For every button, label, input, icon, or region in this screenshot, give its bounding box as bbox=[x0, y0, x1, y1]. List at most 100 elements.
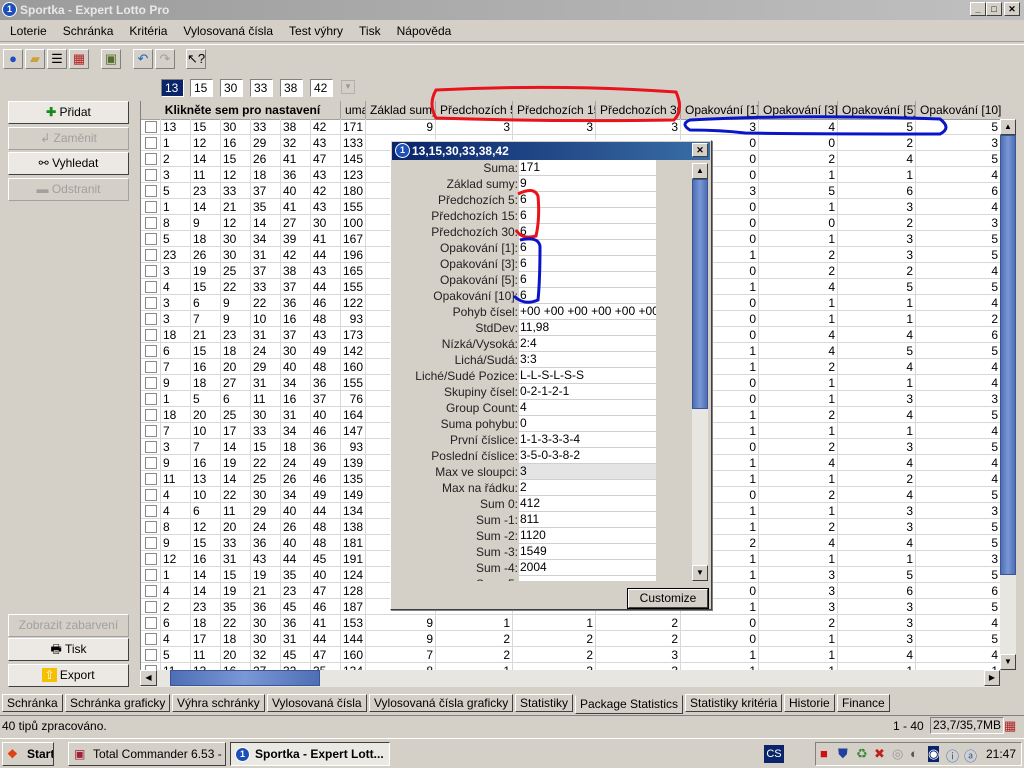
calendar-icon[interactable]: ▦ bbox=[69, 49, 89, 69]
row-checkbox[interactable] bbox=[145, 121, 157, 133]
show-colors-button[interactable]: Zobrazit zabarvení bbox=[8, 614, 129, 637]
row-checkbox[interactable] bbox=[145, 313, 157, 325]
column-header-opakovani-3[interactable]: Opakování [3] bbox=[759, 101, 838, 120]
vertical-scroll-thumb[interactable] bbox=[1000, 135, 1016, 575]
row-checkbox[interactable] bbox=[145, 489, 157, 501]
row-checkbox[interactable] bbox=[145, 409, 157, 421]
row-checkbox[interactable] bbox=[145, 329, 157, 341]
list-icon[interactable]: ☰ bbox=[47, 49, 67, 69]
tab-statistiky[interactable]: Statistiky bbox=[515, 694, 574, 712]
row-checkbox[interactable] bbox=[145, 297, 157, 309]
row-checkbox[interactable] bbox=[145, 537, 157, 549]
tab-historie[interactable]: Historie bbox=[784, 694, 835, 712]
stat-row[interactable]: Předchozích 15: 6 bbox=[391, 208, 691, 224]
row-checkbox[interactable] bbox=[145, 169, 157, 181]
row-checkbox[interactable] bbox=[145, 601, 157, 613]
stat-row[interactable]: Sum -5: bbox=[391, 576, 691, 581]
dropdown-arrow-icon[interactable]: ▼ bbox=[341, 80, 355, 94]
horizontal-scroll-thumb[interactable] bbox=[170, 670, 320, 686]
column-header-predchozich-30[interactable]: Předchozích 30 bbox=[596, 101, 681, 120]
stat-row[interactable]: Sum -3: 1549 bbox=[391, 544, 691, 560]
row-checkbox[interactable] bbox=[145, 345, 157, 357]
scroll-up-icon[interactable]: ▲ bbox=[1000, 119, 1016, 135]
stat-row[interactable]: Sum -4: 2004 bbox=[391, 560, 691, 576]
stat-row[interactable]: Max na řádku: 2 bbox=[391, 480, 691, 496]
menu-kriteria[interactable]: Kritéria bbox=[121, 20, 175, 41]
scroll-right-icon[interactable]: ▶ bbox=[984, 670, 1000, 686]
menu-vylosovana-cisla[interactable]: Vylosovaná čísla bbox=[175, 20, 281, 41]
stat-row[interactable]: Předchozích 5: 6 bbox=[391, 192, 691, 208]
stat-row[interactable]: Suma pohybu: 0 bbox=[391, 416, 691, 432]
tab-schr-nka[interactable]: Schránka bbox=[2, 694, 63, 712]
stat-row[interactable]: Základ sumy: 9 bbox=[391, 176, 691, 192]
menu-test-vyhry[interactable]: Test výhry bbox=[281, 20, 351, 41]
open-folder-icon[interactable]: ▰ bbox=[25, 49, 45, 69]
save-icon[interactable]: ▣ bbox=[101, 49, 121, 69]
language-indicator[interactable]: CS bbox=[764, 745, 784, 763]
shield-icon[interactable]: ⛊ bbox=[838, 746, 848, 762]
row-checkbox[interactable] bbox=[145, 217, 157, 229]
row-checkbox[interactable] bbox=[145, 185, 157, 197]
tab-finance[interactable]: Finance bbox=[837, 694, 890, 712]
tab-vylosovan-sla-graficky[interactable]: Vylosovaná čísla graficky bbox=[369, 694, 514, 712]
row-checkbox[interactable] bbox=[145, 137, 157, 149]
replace-button[interactable]: ↲ Zaměnit bbox=[8, 127, 129, 150]
row-checkbox[interactable] bbox=[145, 233, 157, 245]
column-header-opakovani-10[interactable]: Opakování [10] bbox=[916, 101, 1016, 120]
stat-row[interactable]: Sum -1: 811 bbox=[391, 512, 691, 528]
wireless-icon[interactable]: ◉ bbox=[928, 746, 940, 762]
stat-row[interactable]: Skupiny čísel: 0-2-1-2-1 bbox=[391, 384, 691, 400]
print-button[interactable]: 🖶 Tisk bbox=[8, 638, 129, 661]
stat-row[interactable]: Group Count: 4 bbox=[391, 400, 691, 416]
undo-icon[interactable]: ↶ bbox=[133, 49, 153, 69]
maximize-button[interactable]: □ bbox=[986, 2, 1002, 16]
context-help-icon[interactable]: ↖? bbox=[186, 49, 206, 69]
remove-button[interactable]: ▬ Odstranit bbox=[8, 178, 129, 201]
add-button[interactable]: ✚ Přidat bbox=[8, 101, 129, 124]
number-input-4[interactable]: 33 bbox=[250, 79, 273, 97]
stat-row[interactable]: Sum 0: 412 bbox=[391, 496, 691, 512]
globe-icon[interactable]: ● bbox=[3, 49, 23, 69]
tray-disabled-icon[interactable]: ◎ bbox=[892, 746, 903, 762]
customize-button[interactable]: Customize bbox=[627, 588, 709, 609]
start-button[interactable]: ❖ Start bbox=[2, 742, 54, 766]
stat-row[interactable]: Pohyb čísel: +00 +00 +00 +00 +00 +00 bbox=[391, 304, 691, 320]
dialog-scrollbar[interactable]: ▲ ▼ bbox=[692, 163, 708, 581]
settings-header[interactable]: Klikněte sem pro nastavení bbox=[141, 101, 341, 120]
stat-row[interactable]: Opakování [5]: 6 bbox=[391, 272, 691, 288]
row-checkbox[interactable] bbox=[145, 505, 157, 517]
network-disconnected-icon[interactable]: ✖ bbox=[874, 746, 885, 762]
scroll-down-icon[interactable]: ▼ bbox=[1000, 654, 1016, 670]
row-checkbox[interactable] bbox=[145, 393, 157, 405]
row-checkbox[interactable] bbox=[145, 201, 157, 213]
menu-loterie[interactable]: Loterie bbox=[2, 20, 55, 41]
stat-row[interactable]: Lichá/Sudá: 3:3 bbox=[391, 352, 691, 368]
scroll-left-icon[interactable]: ◀ bbox=[140, 670, 157, 686]
stat-row[interactable]: Nízká/Vysoká: 2:4 bbox=[391, 336, 691, 352]
stat-row[interactable]: Opakování [1]: 6 bbox=[391, 240, 691, 256]
number-input-2[interactable]: 15 bbox=[190, 79, 213, 97]
number-input-5[interactable]: 38 bbox=[280, 79, 303, 97]
column-header-predchozich-5[interactable]: Předchozích 5 bbox=[436, 101, 513, 120]
tab-vylosovan-sla[interactable]: Vylosovaná čísla bbox=[267, 694, 367, 712]
row-checkbox[interactable] bbox=[145, 425, 157, 437]
number-input-6[interactable]: 42 bbox=[310, 79, 333, 97]
column-header-predchozich-15[interactable]: Předchozích 15 bbox=[513, 101, 596, 120]
tray-network-icon[interactable]: ♻ bbox=[856, 746, 868, 762]
stat-row[interactable]: Suma: 171 bbox=[391, 160, 691, 176]
row-checkbox[interactable] bbox=[145, 249, 157, 261]
vertical-scrollbar[interactable]: ▲ ▼ bbox=[1000, 119, 1016, 670]
column-header-opakovani-5[interactable]: Opakování [5] bbox=[838, 101, 916, 120]
row-checkbox[interactable] bbox=[145, 377, 157, 389]
column-header-opakovani-1[interactable]: Opakování [1] bbox=[681, 101, 759, 120]
horizontal-scrollbar[interactable]: ◀ ▶ bbox=[140, 670, 1000, 687]
tab-package-statistics[interactable]: Package Statistics bbox=[575, 695, 684, 714]
close-button[interactable]: ✕ bbox=[1004, 2, 1020, 16]
dialog-scroll-down-icon[interactable]: ▼ bbox=[692, 565, 708, 581]
dialog-scroll-up-icon[interactable]: ▲ bbox=[692, 163, 708, 179]
menu-tisk[interactable]: Tisk bbox=[351, 20, 389, 41]
stat-row[interactable]: Poslední číslice: 3-5-0-3-8-2 bbox=[391, 448, 691, 464]
table-row[interactable]: 5 11 20 32 45 47 160 7 2 2 3 1 1 4 4 bbox=[141, 647, 1001, 663]
stat-row[interactable]: Opakování [3]: 6 bbox=[391, 256, 691, 272]
row-checkbox[interactable] bbox=[145, 265, 157, 277]
